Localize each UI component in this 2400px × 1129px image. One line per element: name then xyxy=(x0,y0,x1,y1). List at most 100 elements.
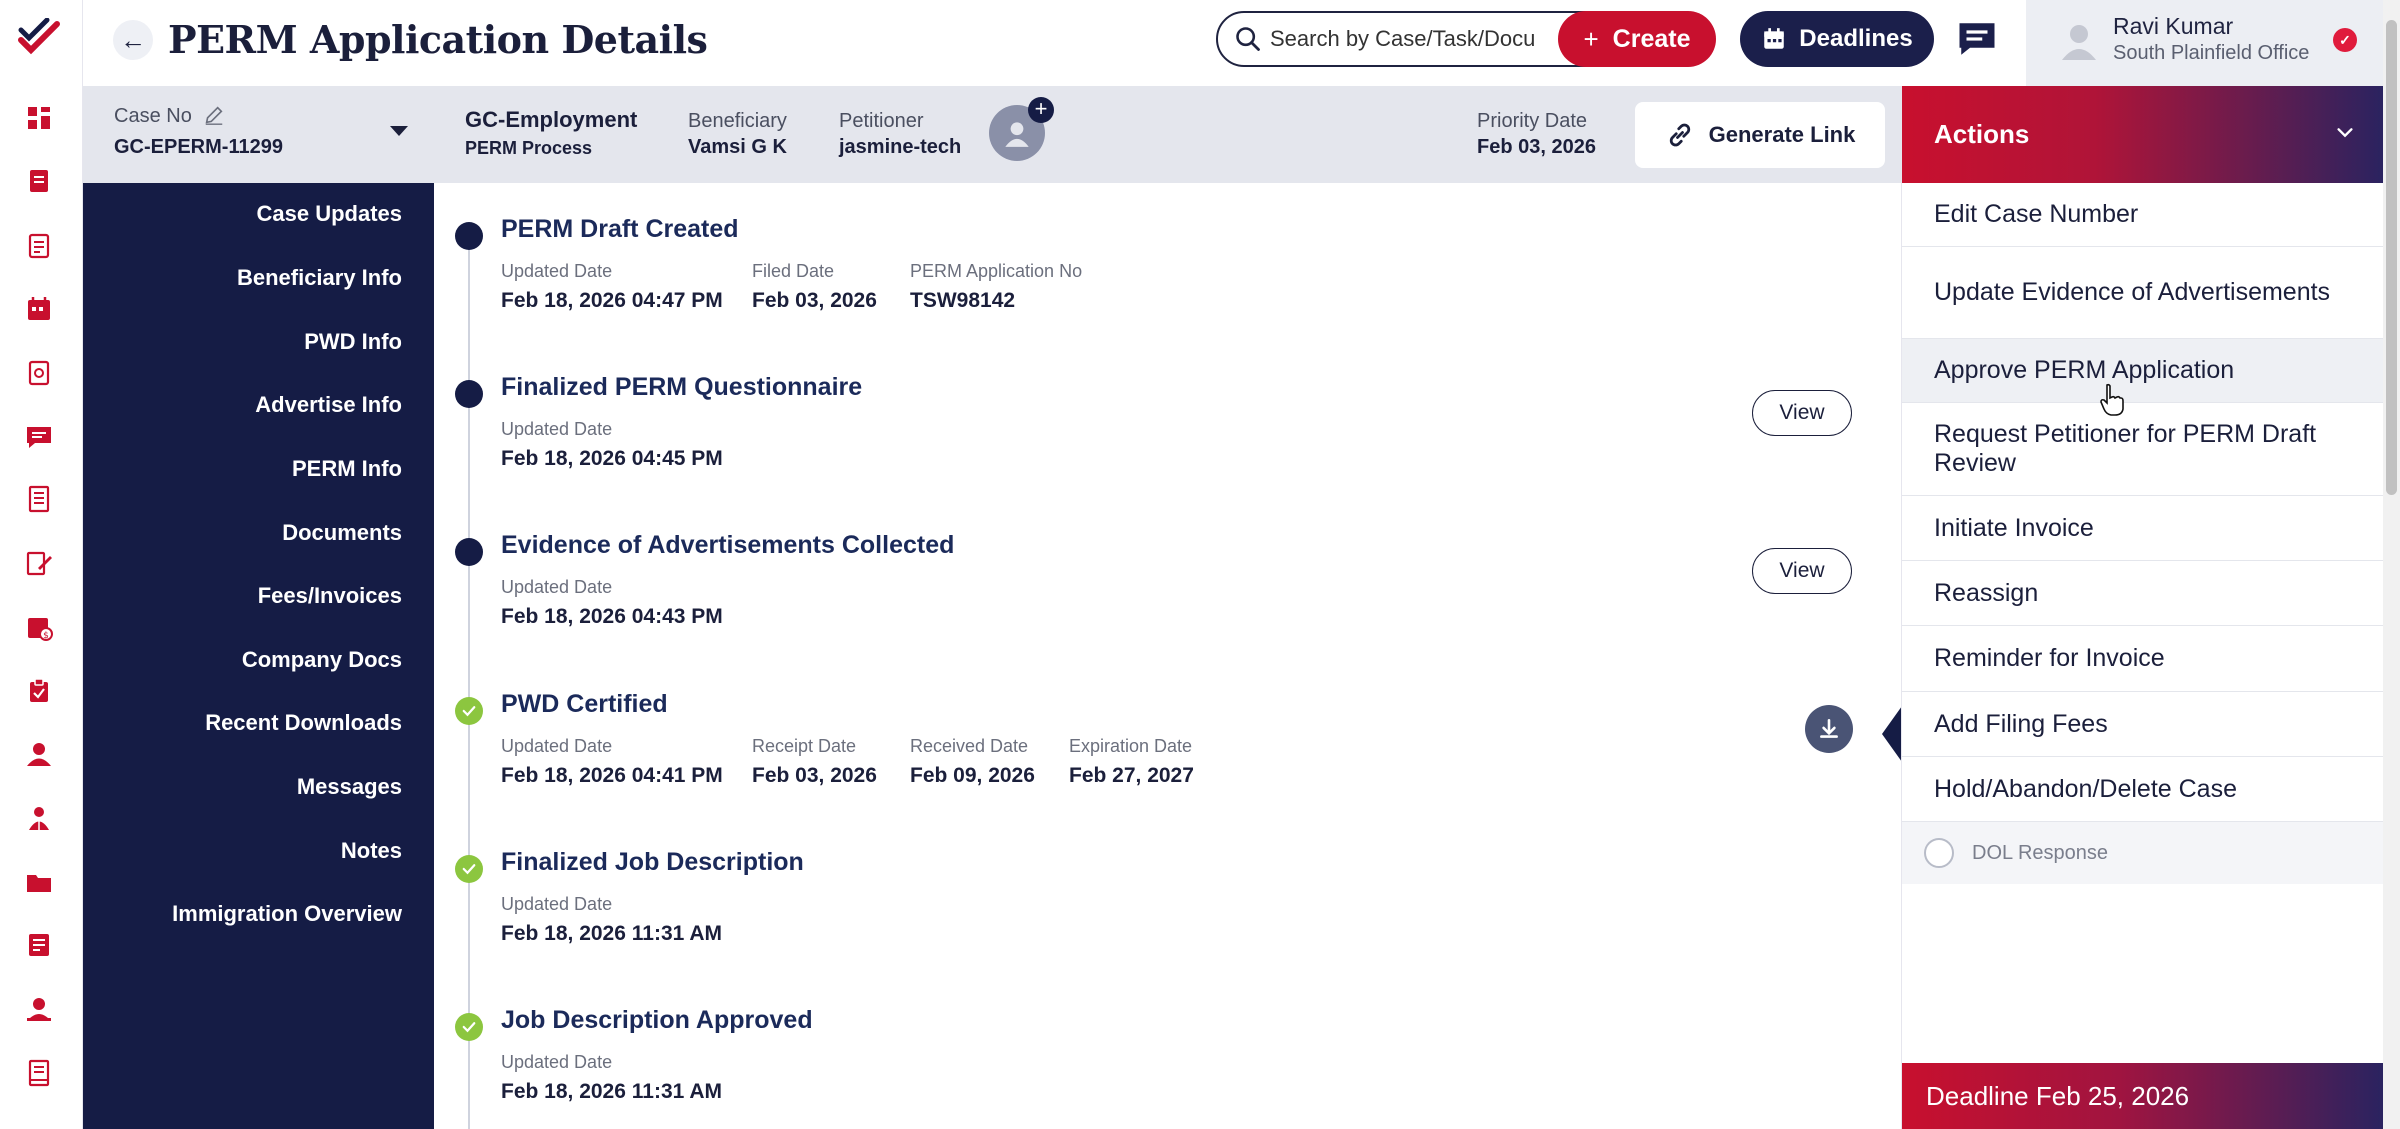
timeline-field-value: Feb 27, 2027 xyxy=(1069,764,1194,787)
sidenav-item-perm-info[interactable]: PERM Info xyxy=(292,456,402,482)
action-label: Hold/Abandon/Delete Case xyxy=(1934,774,2237,803)
sidenav-item-advertise-info[interactable]: Advertise Info xyxy=(255,392,402,418)
view-button[interactable]: View xyxy=(1752,390,1852,436)
action-initiate-invoice[interactable]: Initiate Invoice xyxy=(1902,496,2384,561)
user-avatar-icon[interactable] xyxy=(2058,20,2100,62)
app-root: $ ← PERM Application Details + Create De… xyxy=(0,0,2400,1129)
cases-icon[interactable] xyxy=(21,163,57,199)
edit-doc-icon[interactable] xyxy=(21,545,57,581)
download-icon[interactable] xyxy=(1805,705,1853,753)
completed-check-icon xyxy=(455,855,483,883)
action-label: Request Petitioner for PERM Draft Review xyxy=(1934,420,2317,477)
priority-date-label: Priority Date xyxy=(1477,110,1588,132)
action-approve-perm-application[interactable]: Approve PERM Application xyxy=(1902,339,2384,403)
step-dot-icon xyxy=(455,222,483,250)
action-label: Add Filing Fees xyxy=(1934,709,2108,738)
action-edit-case-number[interactable]: Edit Case Number xyxy=(1902,183,2384,247)
action-hold-abandon-delete-case[interactable]: Hold/Abandon/Delete Case xyxy=(1902,757,2384,822)
back-arrow-icon[interactable]: ← xyxy=(113,20,153,60)
documents-icon[interactable] xyxy=(21,228,57,264)
actions-header[interactable]: Actions xyxy=(1902,86,2384,183)
timeline-field-value: Feb 03, 2026 xyxy=(752,764,877,787)
timeline-field-value: Feb 03, 2026 xyxy=(752,289,877,312)
add-plus-badge-icon[interactable]: + xyxy=(1028,97,1054,123)
panel-toggle-notch[interactable] xyxy=(1882,706,1902,762)
dashboard-icon[interactable] xyxy=(21,100,57,136)
create-button[interactable]: + Create xyxy=(1558,11,1716,67)
case-dropdown-caret-icon[interactable] xyxy=(390,126,408,136)
sidenav-item-recent-downloads[interactable]: Recent Downloads xyxy=(205,710,402,736)
sidenav-item-fees-invoices[interactable]: Fees/Invoices xyxy=(258,583,402,609)
deadlines-button[interactable]: Deadlines xyxy=(1740,11,1934,67)
action-request-petitioner-for-perm-draft-review[interactable]: Request Petitioner for PERM Draft Review xyxy=(1902,403,2384,496)
timeline-field-value: TSW98142 xyxy=(910,289,1016,312)
plus-icon: + xyxy=(1583,23,1599,54)
chat-icon[interactable] xyxy=(1953,16,2001,62)
timeline-field-label: Updated Date xyxy=(501,894,613,914)
timeline-step-title: Evidence of Advertisements Collected xyxy=(501,531,955,559)
completed-check-icon xyxy=(455,697,483,725)
messages-icon[interactable] xyxy=(21,419,57,455)
notes-icon[interactable] xyxy=(21,927,57,963)
timeline-step-title: PWD Certified xyxy=(501,690,668,718)
case-timeline: PERM Draft Created Updated Date Feb 18, 20… xyxy=(434,183,1901,1129)
step-dot-icon xyxy=(455,538,483,566)
sidenav-item-company-docs[interactable]: Company Docs xyxy=(242,647,402,673)
user-name: Ravi Kumar xyxy=(2113,13,2234,39)
action-update-evidence-of-advertisements[interactable]: Update Evidence of Advertisements xyxy=(1902,247,2384,339)
profile-icon[interactable] xyxy=(21,991,57,1027)
sidenav-item-pwd-info[interactable]: PWD Info xyxy=(304,329,402,355)
archive-icon[interactable] xyxy=(21,1055,57,1091)
sidenav-item-beneficiary-info[interactable]: Beneficiary Info xyxy=(237,265,402,291)
action-label: Update Evidence of Advertisements xyxy=(1934,278,2331,306)
timeline-field-value: Feb 18, 2026 04:43 PM xyxy=(501,605,723,628)
action-reminder-for-invoice[interactable]: Reminder for Invoice xyxy=(1902,626,2384,692)
reports-icon[interactable] xyxy=(21,355,57,391)
action-label: Reassign xyxy=(1934,578,2039,607)
sidenav-item-messages[interactable]: Messages xyxy=(297,774,402,800)
action-label: Initiate Invoice xyxy=(1934,513,2094,542)
completed-check-icon xyxy=(455,1013,483,1041)
status-check-icon[interactable]: ✓ xyxy=(2333,28,2357,52)
action-label: Approve PERM Application xyxy=(1934,356,2235,384)
scrollbar-thumb[interactable] xyxy=(2386,20,2397,495)
generate-link-button[interactable]: Generate Link xyxy=(1635,102,1885,168)
search-input[interactable] xyxy=(1270,26,1600,52)
app-logo-icon[interactable] xyxy=(17,17,63,58)
timeline-field-value: Feb 18, 2026 11:31 AM xyxy=(501,1080,723,1103)
timeline-field-value: Feb 18, 2026 04:45 PM xyxy=(501,447,723,470)
forms-icon[interactable] xyxy=(21,481,57,517)
deadlines-label: Deadlines xyxy=(1799,25,1913,52)
create-label: Create xyxy=(1612,24,1691,53)
user-office: South Plainfield Office xyxy=(2113,42,2310,64)
timeline-step-title: Job Description Approved xyxy=(501,1006,813,1034)
case-no-label: Case No xyxy=(114,105,192,127)
folder-icon[interactable] xyxy=(21,864,57,900)
sidenav-item-documents[interactable]: Documents xyxy=(282,520,402,546)
chevron-down-icon[interactable] xyxy=(2334,122,2356,144)
action-add-filing-fees[interactable]: Add Filing Fees xyxy=(1902,692,2384,757)
timeline-field-label: Updated Date xyxy=(501,261,613,281)
timeline-field-label: Updated Date xyxy=(501,577,613,597)
action-label: Reminder for Invoice xyxy=(1934,644,2165,672)
timeline-field-label: Filed Date xyxy=(752,261,835,281)
view-button[interactable]: View xyxy=(1752,548,1852,594)
priority-date-value: Feb 03, 2026 xyxy=(1477,136,1596,158)
dol-response-step[interactable]: DOL Response xyxy=(1902,822,2384,884)
contacts-icon[interactable] xyxy=(21,800,57,836)
petitioner-value: jasmine-tech xyxy=(839,136,962,158)
sidenav-item-immigration-overview[interactable]: Immigration Overview xyxy=(172,901,402,927)
user-icon[interactable] xyxy=(21,736,57,772)
action-reassign[interactable]: Reassign xyxy=(1902,561,2384,626)
tasks-icon[interactable] xyxy=(21,673,57,709)
timeline-field-value: Feb 09, 2026 xyxy=(910,764,1035,787)
edit-case-no-pencil-icon[interactable] xyxy=(203,104,225,126)
sidenav-item-notes[interactable]: Notes xyxy=(341,838,402,864)
case-no-value: GC-EPERM-11299 xyxy=(114,136,283,158)
calendar-icon[interactable] xyxy=(21,291,57,327)
timeline-step-title: PERM Draft Created xyxy=(501,215,739,243)
billing-icon[interactable]: $ xyxy=(21,609,57,645)
sidenav-item-case-updates[interactable]: Case Updates xyxy=(256,201,402,227)
svg-text:$: $ xyxy=(43,631,49,641)
timeline-step-title: Finalized Job Description xyxy=(501,848,804,876)
